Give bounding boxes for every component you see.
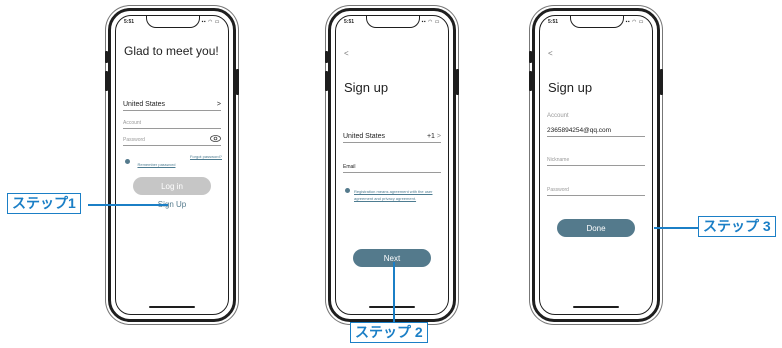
- next-button[interactable]: Next: [353, 249, 431, 267]
- phone-signup-email: 5:51 ▪▪ ◠ ▭ < Sign up United States +1 >…: [325, 8, 459, 322]
- status-icons: ▪▪ ◠ ▭: [201, 19, 220, 25]
- chevron-right-icon: >: [216, 101, 221, 108]
- country-select[interactable]: United States +1 >: [343, 128, 441, 143]
- back-icon[interactable]: <: [548, 49, 553, 58]
- account-label: Account: [547, 113, 569, 119]
- phone-side-button: [105, 71, 108, 91]
- step3-connector: [654, 227, 698, 229]
- account-placeholder: Account: [123, 120, 142, 126]
- done-button[interactable]: Done: [557, 219, 635, 237]
- password-field[interactable]: Password: [123, 132, 221, 146]
- remember-password-link[interactable]: Remember password: [137, 162, 175, 167]
- page-title: Glad to meet you!: [124, 44, 219, 58]
- password-placeholder: Password: [123, 137, 145, 143]
- password-field[interactable]: Password: [547, 183, 645, 196]
- phone-side-button: [529, 71, 532, 91]
- phone-screen: 5:51 ▪▪ ◠ ▭ < Sign up Account 2365894254…: [539, 15, 653, 315]
- phone-side-button: [529, 51, 532, 63]
- agreement-text: agreement and privacy agreement.: [354, 196, 417, 201]
- phone-side-button: [660, 69, 663, 95]
- nickname-field[interactable]: Nickname: [547, 153, 645, 166]
- country-value: United States: [123, 101, 166, 108]
- phone-signup-account: 5:51 ▪▪ ◠ ▭ < Sign up Account 2365894254…: [529, 8, 663, 322]
- back-icon[interactable]: <: [344, 49, 349, 58]
- check-icon[interactable]: [125, 159, 130, 165]
- dial-code: +1: [426, 133, 435, 140]
- phone-side-button: [456, 69, 459, 95]
- agreement-row: Registration means agreement with the us…: [345, 188, 442, 202]
- account-field[interactable]: Account 2365894254@qq.com: [547, 113, 645, 137]
- status-time: 5:51: [124, 19, 135, 25]
- step2-connector: [393, 262, 395, 322]
- country-select[interactable]: United States >: [123, 96, 221, 111]
- phone-side-button: [236, 69, 239, 95]
- agreement-link[interactable]: Registration means agreement with the us…: [354, 188, 442, 202]
- phone-screen: 5:51 ▪▪ ◠ ▭ Glad to meet you! United Sta…: [115, 15, 229, 315]
- check-icon[interactable]: [345, 188, 350, 193]
- step2-callout: ステップ 2: [350, 322, 428, 343]
- remember-row: Remember password Forgot password?: [125, 153, 222, 167]
- nickname-placeholder: Nickname: [547, 157, 570, 163]
- home-indicator: [573, 306, 619, 308]
- status-icons: ▪▪ ◠ ▭: [421, 19, 440, 25]
- country-code: +1 >: [427, 133, 441, 140]
- country-value: United States: [343, 133, 386, 140]
- phone-side-button: [325, 71, 328, 91]
- phone-notch: [366, 16, 420, 28]
- page-title: Sign up: [344, 80, 389, 95]
- status-time: 5:51: [548, 19, 559, 25]
- phone-side-button: [105, 51, 108, 63]
- step1-callout: ステップ1: [7, 193, 81, 214]
- home-indicator: [369, 306, 415, 308]
- phone-notch: [146, 16, 200, 28]
- phone-screen: 5:51 ▪▪ ◠ ▭ < Sign up United States +1 >…: [335, 15, 449, 315]
- status-time: 5:51: [344, 19, 355, 25]
- phone-side-button: [325, 51, 328, 63]
- status-icons: ▪▪ ◠ ▭: [625, 19, 644, 25]
- eye-icon[interactable]: [210, 135, 221, 144]
- account-field[interactable]: Account: [123, 115, 221, 129]
- home-indicator: [149, 306, 195, 308]
- password-placeholder: Password: [547, 187, 569, 193]
- account-value: 2365894254@qq.com: [547, 127, 612, 134]
- login-button[interactable]: Log in: [133, 177, 211, 195]
- step3-callout: ステップ 3: [698, 216, 776, 237]
- email-field[interactable]: Email: [343, 160, 441, 173]
- email-label: Email: [343, 164, 356, 170]
- phone-login: 5:51 ▪▪ ◠ ▭ Glad to meet you! United Sta…: [105, 8, 239, 322]
- phone-notch: [570, 16, 624, 28]
- page-title: Sign up: [548, 80, 593, 95]
- agreement-text: Registration means agreement with the us…: [354, 189, 433, 194]
- forgot-password-link[interactable]: Forgot password?: [190, 154, 222, 159]
- step1-connector: [88, 204, 168, 206]
- chevron-right-icon: >: [436, 133, 441, 140]
